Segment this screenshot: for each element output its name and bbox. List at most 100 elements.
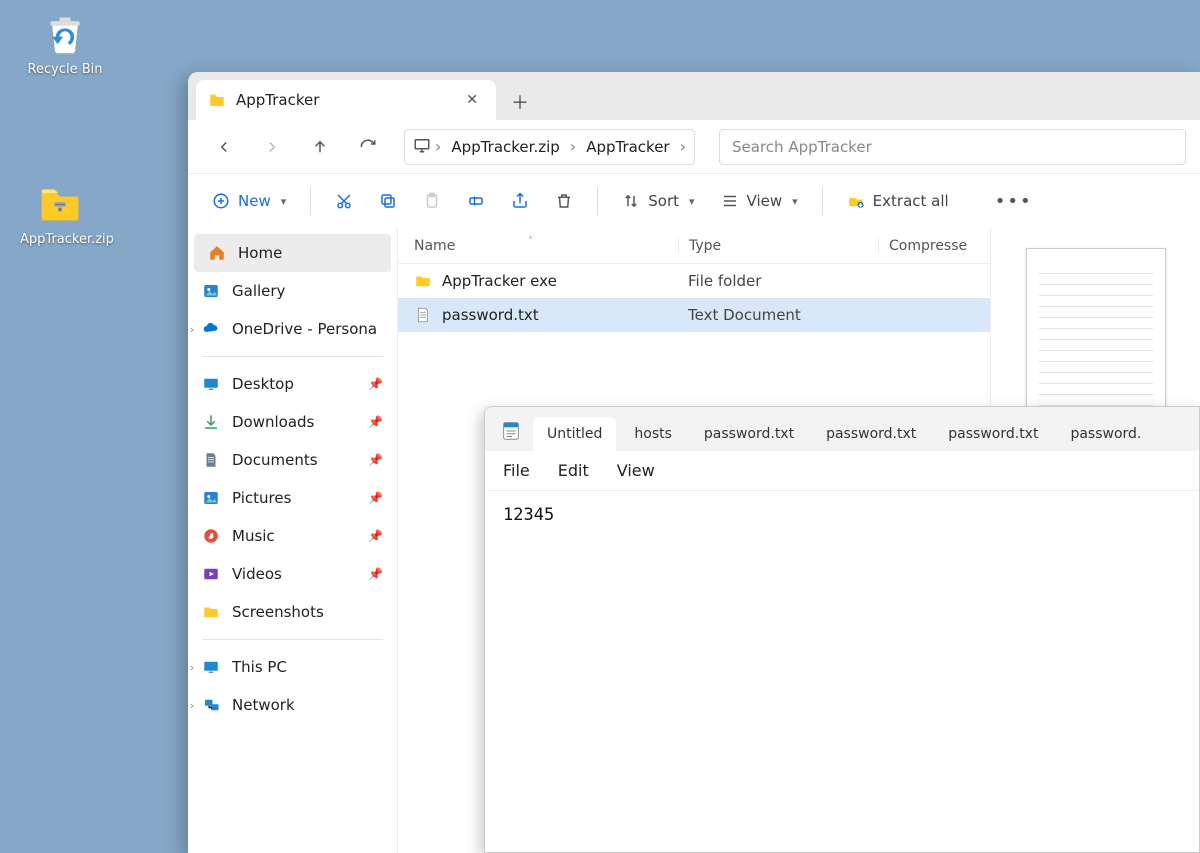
search-input[interactable]: Search AppTracker — [719, 129, 1186, 165]
notepad-tab-label: Untitled — [547, 426, 602, 442]
sidebar-item-desktop[interactable]: Desktop 📌 — [188, 365, 397, 403]
sidebar-item-home[interactable]: Home — [194, 234, 391, 272]
rename-button[interactable] — [457, 183, 495, 219]
chevron-right-icon: › — [435, 137, 441, 156]
pin-icon: 📌 — [368, 567, 383, 581]
notepad-tab-label: password.txt — [948, 426, 1038, 442]
sort-indicator-icon: ˄ — [528, 236, 533, 247]
chevron-down-icon: ▾ — [281, 195, 287, 208]
notepad-content[interactable]: 12345 — [485, 491, 1199, 852]
music-icon — [202, 527, 220, 545]
zip-folder-icon — [36, 180, 84, 228]
folder-icon — [414, 272, 432, 290]
delete-button[interactable] — [545, 183, 583, 219]
column-header-type[interactable]: Type — [678, 238, 878, 254]
view-button[interactable]: View ▾ — [711, 183, 808, 219]
sidebar-item-screenshots[interactable]: Screenshots — [188, 593, 397, 631]
tab-close-button[interactable]: ✕ — [460, 88, 484, 112]
nav-back-button[interactable] — [202, 129, 246, 165]
explorer-navbar: › AppTracker.zip › AppTracker › Search A… — [188, 120, 1200, 174]
pc-icon[interactable] — [413, 136, 431, 158]
extract-all-button[interactable]: Extract all — [837, 183, 959, 219]
menu-edit[interactable]: Edit — [558, 461, 589, 480]
breadcrumb-segment[interactable]: AppTracker — [580, 134, 675, 160]
new-button[interactable]: New ▾ — [202, 183, 296, 219]
nav-refresh-button[interactable] — [346, 129, 390, 165]
chevron-right-icon: › — [570, 137, 576, 156]
explorer-tab[interactable]: AppTracker ✕ — [196, 80, 496, 120]
notepad-tab[interactable]: password.txt — [812, 417, 930, 451]
sidebar-item-label: Music — [232, 527, 275, 545]
sidebar-item-label: This PC — [232, 658, 287, 676]
file-row[interactable]: password.txt Text Document — [398, 298, 990, 332]
notepad-window: Untitled hosts password.txt password.txt… — [484, 406, 1200, 853]
sidebar-item-label: Downloads — [232, 413, 314, 431]
desktop-icon-recycle-bin[interactable]: Recycle Bin — [25, 10, 105, 77]
notepad-menubar: File Edit View — [485, 451, 1199, 491]
chevron-down-icon: ▾ — [792, 195, 798, 208]
sidebar-item-gallery[interactable]: Gallery — [188, 272, 397, 310]
extract-button-label: Extract all — [873, 192, 949, 210]
menu-view[interactable]: View — [617, 461, 655, 480]
desktop-icon-zip[interactable]: AppTracker.zip — [20, 180, 100, 247]
chevron-right-icon: › — [680, 137, 686, 156]
chevron-right-icon[interactable]: › — [188, 323, 200, 336]
sidebar-item-downloads[interactable]: Downloads📌 — [188, 403, 397, 441]
notepad-tab[interactable]: Untitled — [533, 417, 616, 451]
notepad-tab[interactable]: password. — [1056, 417, 1155, 451]
explorer-toolbar: New ▾ Sort ▾ View ▾ Extract all ••• — [188, 174, 1200, 228]
pin-icon: 📌 — [368, 377, 383, 391]
videos-icon — [202, 565, 220, 583]
chevron-down-icon: ▾ — [689, 195, 695, 208]
copy-button[interactable] — [369, 183, 407, 219]
sidebar-item-documents[interactable]: Documents📌 — [188, 441, 397, 479]
notepad-tab[interactable]: password.txt — [934, 417, 1052, 451]
column-header-compressed[interactable]: Compresse — [878, 238, 990, 254]
gallery-icon — [202, 282, 220, 300]
folder-icon — [202, 603, 220, 621]
new-tab-button[interactable]: ＋ — [502, 84, 538, 120]
more-button[interactable]: ••• — [985, 183, 1043, 219]
view-button-label: View — [747, 192, 783, 210]
nav-up-button[interactable] — [298, 129, 342, 165]
nav-forward-button[interactable] — [250, 129, 294, 165]
file-row[interactable]: AppTracker exe File folder — [398, 264, 990, 298]
breadcrumb-segment[interactable]: AppTracker.zip — [445, 134, 565, 160]
sidebar-item-label: Screenshots — [232, 603, 324, 621]
explorer-sidebar: Home Gallery ›OneDrive - Persona Desktop… — [188, 228, 398, 853]
sidebar-item-pictures[interactable]: Pictures📌 — [188, 479, 397, 517]
notepad-tab[interactable]: password.txt — [690, 417, 808, 451]
chevron-right-icon[interactable]: › — [188, 699, 200, 712]
chevron-right-icon[interactable]: › — [188, 661, 200, 674]
sidebar-item-videos[interactable]: Videos📌 — [188, 555, 397, 593]
search-placeholder: Search AppTracker — [732, 138, 872, 156]
sidebar-item-label: Network — [232, 696, 295, 714]
new-button-label: New — [238, 192, 271, 210]
menu-file[interactable]: File — [503, 461, 530, 480]
preview-thumbnail — [1026, 248, 1166, 428]
sidebar-item-onedrive[interactable]: ›OneDrive - Persona — [188, 310, 397, 348]
sidebar-item-thispc[interactable]: › This PC — [188, 648, 397, 686]
sort-button[interactable]: Sort ▾ — [612, 183, 704, 219]
downloads-icon — [202, 413, 220, 431]
notepad-tab[interactable]: hosts — [620, 417, 686, 451]
sidebar-item-label: Desktop — [232, 375, 294, 393]
sidebar-item-network[interactable]: › Network — [188, 686, 397, 724]
sidebar-item-label: Gallery — [232, 282, 285, 300]
pin-icon: 📌 — [368, 529, 383, 543]
paste-button[interactable] — [413, 183, 451, 219]
onedrive-icon — [202, 320, 220, 338]
share-button[interactable] — [501, 183, 539, 219]
recycle-bin-icon — [41, 10, 89, 58]
sidebar-item-label: Home — [238, 244, 282, 262]
sidebar-item-music[interactable]: Music 📌 — [188, 517, 397, 555]
cut-button[interactable] — [325, 183, 363, 219]
pin-icon: 📌 — [368, 491, 383, 505]
column-header-name[interactable]: Name˄ — [398, 238, 678, 254]
notepad-tabbar: Untitled hosts password.txt password.txt… — [485, 407, 1199, 451]
pictures-icon — [202, 489, 220, 507]
desktop-icon-label: Recycle Bin — [25, 62, 105, 77]
column-headers: Name˄ Type Compresse — [398, 228, 990, 264]
pin-icon: 📌 — [368, 453, 383, 467]
sort-button-label: Sort — [648, 192, 679, 210]
